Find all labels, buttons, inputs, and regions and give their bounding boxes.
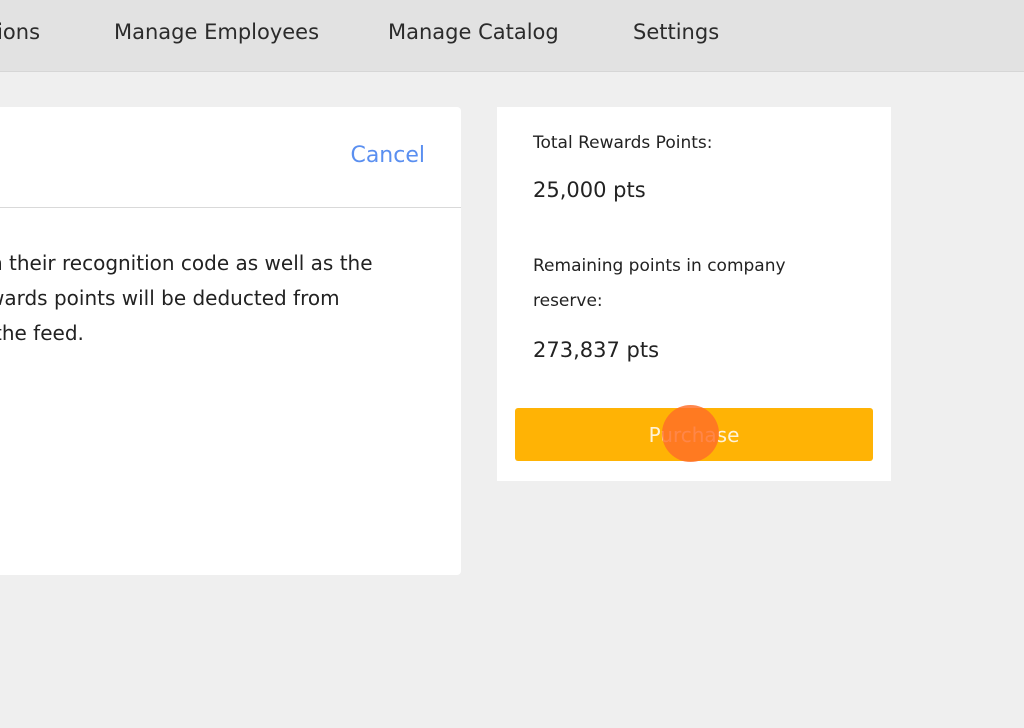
- description-line: the feed.: [0, 321, 84, 345]
- cancel-link[interactable]: Cancel: [350, 143, 425, 168]
- nav-item-manage-employees[interactable]: Manage Employees: [114, 20, 319, 44]
- remaining-points-value: 273,837 pts: [533, 338, 660, 362]
- total-rewards-value: 25,000 pts: [533, 178, 646, 202]
- remaining-points-label-continued: reserve:: [533, 291, 603, 311]
- remaining-points-label: Remaining points in company: [533, 256, 786, 276]
- description-line: h their recognition code as well as the: [0, 251, 373, 275]
- total-rewards-label: Total Rewards Points:: [533, 133, 713, 153]
- card-header: Cancel: [0, 107, 461, 208]
- nav-item-settings[interactable]: Settings: [633, 20, 719, 44]
- recognition-form-card: Cancel h their recognition code as well …: [0, 107, 461, 575]
- purchase-button[interactable]: Purchase: [515, 408, 873, 461]
- nav-item-recognitions[interactable]: ations: [0, 20, 40, 44]
- points-summary-card: Total Rewards Points: 25,000 pts Remaini…: [497, 107, 891, 481]
- description-line: wards points will be deducted from: [0, 286, 340, 310]
- top-navigation: ations Manage Employees Manage Catalog S…: [0, 0, 1024, 72]
- nav-item-manage-catalog[interactable]: Manage Catalog: [388, 20, 559, 44]
